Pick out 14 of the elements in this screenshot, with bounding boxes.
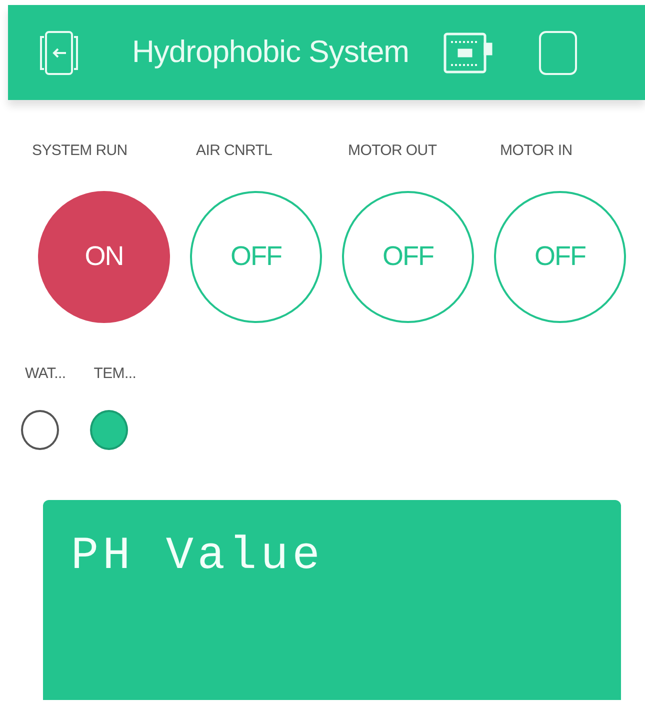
led-label: TEM... bbox=[94, 364, 136, 384]
toggle-button[interactable]: ON bbox=[38, 190, 170, 322]
button-label: MOTOR IN bbox=[500, 141, 572, 161]
exit-icon[interactable] bbox=[38, 28, 80, 76]
led-label: WAT... bbox=[25, 364, 66, 384]
lcd-text: PH Value bbox=[70, 529, 325, 584]
toggle-button[interactable]: OFF bbox=[190, 190, 322, 322]
app-title: Hydrophobic System bbox=[132, 33, 410, 72]
toggle-button[interactable]: OFF bbox=[494, 190, 626, 322]
square-icon[interactable] bbox=[538, 30, 578, 76]
button-label: MOTOR OUT bbox=[348, 141, 437, 161]
toggle-button[interactable]: OFF bbox=[342, 190, 474, 322]
button-label: SYSTEM RUN bbox=[32, 141, 128, 161]
button-label: AIR CNRTL bbox=[196, 141, 272, 161]
